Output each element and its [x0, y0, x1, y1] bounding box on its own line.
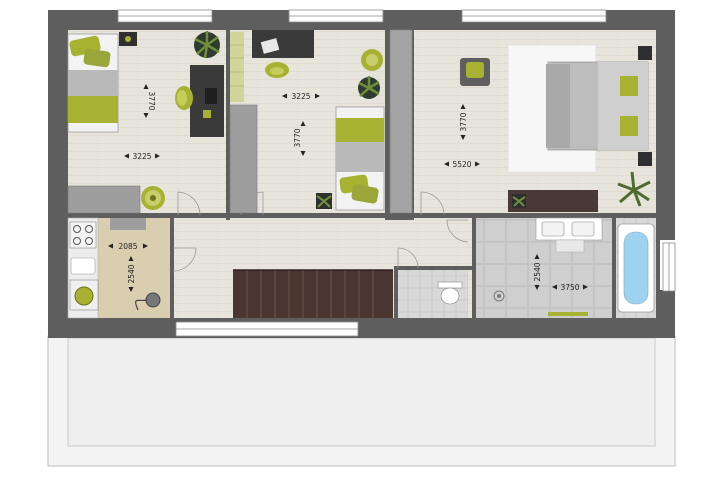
bed-icon: [67, 33, 119, 133]
dimension-text: 3770: [293, 128, 302, 147]
shelf: [110, 218, 146, 230]
sink-icon: [571, 221, 595, 237]
dimension-text: 2540: [533, 262, 542, 281]
dimension-text: 2540: [127, 264, 136, 283]
dimension-text: 3225: [132, 152, 151, 161]
stove-icon: [69, 221, 97, 249]
nightstand: [638, 152, 652, 166]
nightstand: [638, 46, 652, 60]
towel-rail: [548, 312, 588, 316]
chair-icon: [141, 186, 165, 210]
bathtub-icon: [617, 223, 655, 313]
washing-machine-icon: [69, 279, 99, 311]
sink-icon: [541, 221, 565, 237]
plant-icon: [512, 194, 526, 208]
sink-icon: [70, 257, 96, 275]
shelf: [230, 32, 244, 102]
dimension-text: 3750: [560, 283, 579, 292]
chair-icon: [175, 86, 193, 110]
desk-icon: [252, 30, 314, 58]
bed-icon: [335, 106, 385, 211]
dimension-text: 3225: [291, 92, 310, 101]
wardrobe-icon: [67, 185, 141, 214]
roof-area: [47, 335, 676, 467]
wardrobe-icon: [229, 104, 258, 214]
stairs-icon: [233, 269, 393, 318]
chair-icon: [265, 62, 289, 78]
dimension-text: 2085: [118, 242, 137, 251]
mirror: [555, 239, 585, 253]
floor-plan: 3225 3770 3225 3770 5520 3770 2085 2540: [47, 9, 676, 467]
desk-icon: [190, 65, 224, 137]
chair-icon: [361, 49, 383, 71]
dimension-text: 5520: [452, 160, 471, 169]
dimension-text: 3770: [147, 91, 156, 110]
dimension-text: 3770: [459, 112, 468, 131]
chair-icon: [460, 58, 490, 86]
bed-icon: [546, 61, 649, 151]
wardrobe-icon: [389, 29, 413, 214]
plant-icon: [316, 193, 332, 209]
